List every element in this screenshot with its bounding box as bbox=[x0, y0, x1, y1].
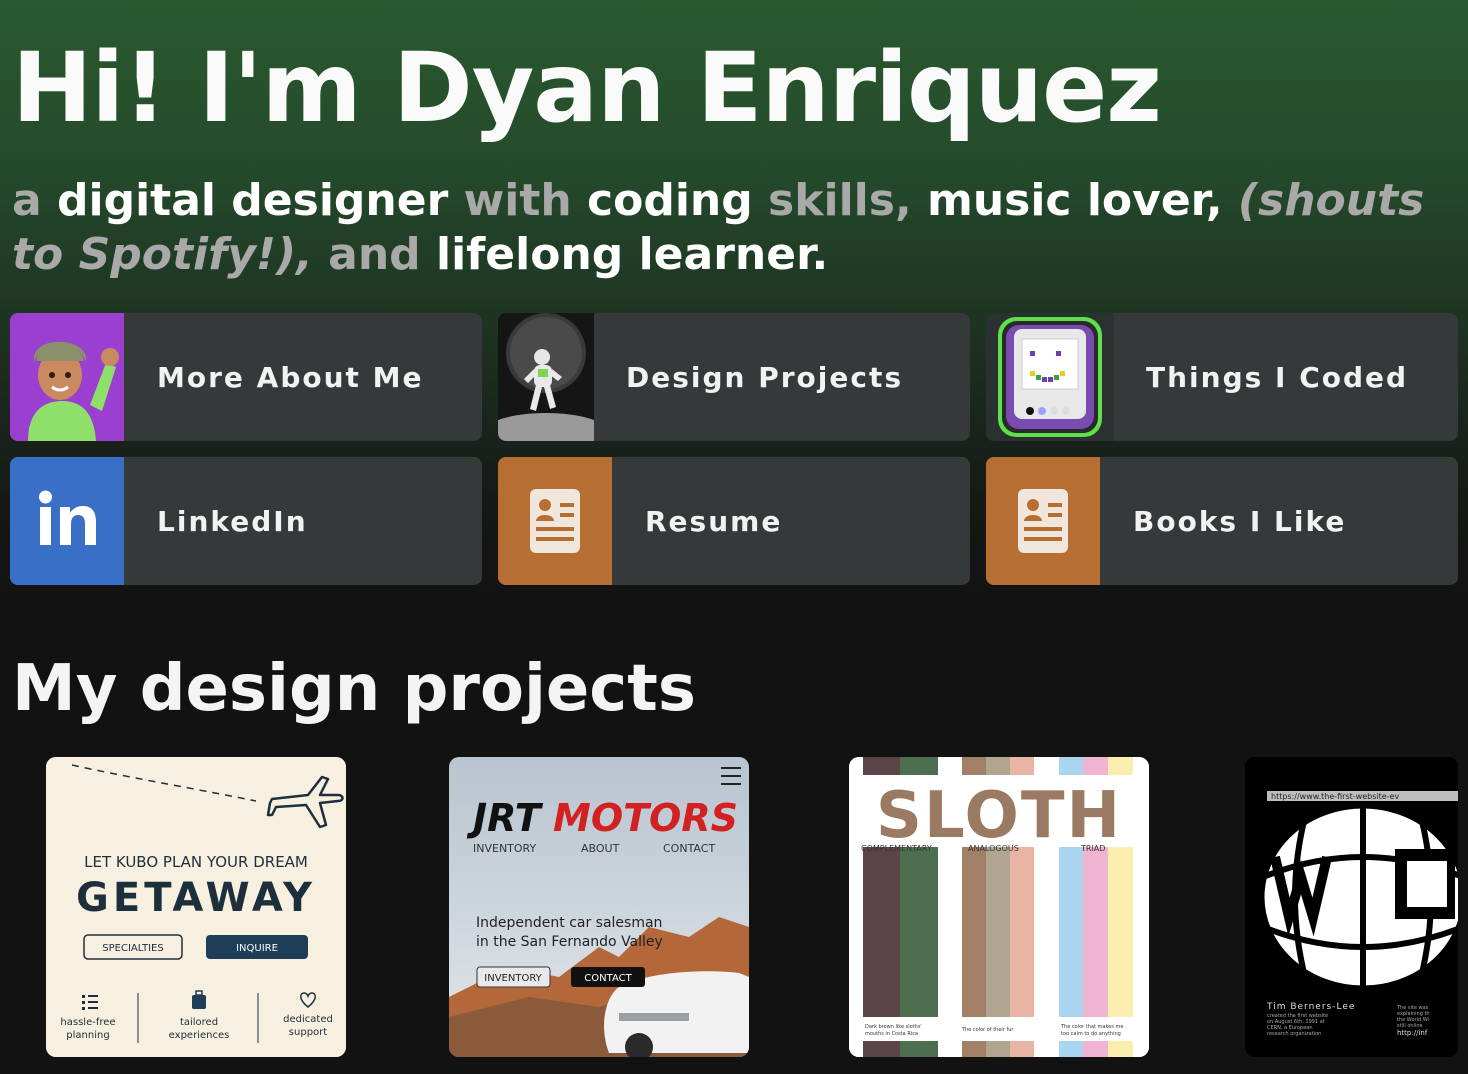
astronaut-moon-icon bbox=[498, 313, 594, 441]
link-card-things-coded[interactable]: Things I Coded bbox=[986, 313, 1458, 441]
hero-tagline: a digital designer with coding skills, m… bbox=[12, 174, 1452, 282]
tagline-highlight: digital designer bbox=[57, 175, 449, 226]
link-card-about-me[interactable]: More About Me bbox=[10, 313, 482, 441]
link-label: Books I Like bbox=[1133, 504, 1347, 538]
project-card-jrt-motors[interactable]: JRT MOTORS INVENTORY ABOUT CONTACT Indep… bbox=[449, 757, 749, 1057]
sloth-title: SLOTH bbox=[876, 779, 1122, 853]
sloth-c3: TRIAD bbox=[1080, 844, 1105, 853]
sloth-n3b: too calm to do anything bbox=[1061, 1031, 1121, 1037]
www-bio4: research organization bbox=[1267, 1031, 1321, 1037]
www-url: https://www.the-first-website-ev bbox=[1271, 792, 1399, 801]
link-label: LinkedIn bbox=[157, 504, 308, 538]
kubo-f3a: dedicated bbox=[283, 1014, 333, 1025]
jrt-nav-about[interactable]: ABOUT bbox=[581, 842, 620, 855]
kubo-f1a: hassle-free bbox=[60, 1017, 115, 1028]
project-card-sloth[interactable]: SLOTH COMPLEMENTARY ANALOGOUS TRIAD Dark… bbox=[849, 757, 1149, 1057]
jrt-nav-contact[interactable]: CONTACT bbox=[663, 842, 715, 855]
resume-document-icon bbox=[498, 457, 612, 585]
sloth-n3a: The color that makes me bbox=[1060, 1024, 1123, 1030]
sloth-n1a: Dark brown like sloths' bbox=[865, 1024, 922, 1030]
kubo-line1: LET KUBO PLAN YOUR DREAM bbox=[84, 853, 308, 871]
linkedin-icon bbox=[10, 457, 124, 585]
tagline-part: and bbox=[312, 229, 436, 280]
jrt-logo-1: JRT bbox=[466, 796, 544, 840]
link-label: Resume bbox=[645, 504, 783, 538]
link-label: Things I Coded bbox=[1146, 360, 1409, 394]
tagline-part: with bbox=[448, 175, 588, 226]
kubo-line2: GETAWAY bbox=[76, 875, 316, 921]
www-name: Tim Berners-Lee bbox=[1266, 1002, 1355, 1012]
link-label: Design Projects bbox=[626, 360, 904, 394]
tagline-highlight: music lover, bbox=[926, 175, 1223, 226]
kubo-f2a: tailored bbox=[180, 1017, 218, 1028]
section-title: My design projects bbox=[12, 652, 696, 726]
link-card-linkedin[interactable]: LinkedIn bbox=[10, 457, 482, 585]
jrt-tag-1: Independent car salesman bbox=[476, 915, 662, 931]
sloth-c2: ANALOGOUS bbox=[968, 844, 1019, 853]
jrt-btn-contact[interactable]: CONTACT bbox=[584, 973, 632, 984]
page: Hi! I'm Dyan Enriquez a digital designer… bbox=[0, 0, 1468, 1074]
kubo-btn1: SPECIALTIES bbox=[102, 943, 163, 954]
link-card-books[interactable]: Books I Like bbox=[986, 457, 1458, 585]
jrt-nav-inventory[interactable]: INVENTORY bbox=[473, 842, 536, 855]
resume-document-icon bbox=[986, 457, 1100, 585]
link-label: More About Me bbox=[157, 360, 424, 394]
jrt-tag-2: in the San Fernando Valley bbox=[476, 934, 663, 950]
tagline-highlight: lifelong learner. bbox=[435, 229, 829, 280]
jrt-artwork: JRT MOTORS INVENTORY ABOUT CONTACT Indep… bbox=[449, 757, 749, 1057]
tagline-highlight: coding bbox=[587, 175, 753, 226]
tagline-part: skills, bbox=[752, 175, 927, 226]
kubo-btn2: INQUIRE bbox=[236, 943, 278, 954]
memoji-wave-icon bbox=[10, 313, 124, 441]
project-card-kubo[interactable]: LET KUBO PLAN YOUR DREAM GETAWAY SPECIAL… bbox=[46, 757, 346, 1057]
sloth-n1b: mouths in Costa Rica bbox=[865, 1031, 918, 1037]
sloth-n2a: The color of their fur bbox=[961, 1027, 1014, 1033]
www-artwork: https://www.the-first-website-ev Tim Ber… bbox=[1245, 757, 1458, 1057]
kubo-f2b: experiences bbox=[169, 1030, 230, 1041]
kubo-f1b: planning bbox=[66, 1030, 109, 1041]
kubo-f3b: support bbox=[289, 1027, 327, 1038]
jrt-btn-inventory[interactable]: INVENTORY bbox=[484, 973, 542, 984]
tagline-part: a bbox=[12, 175, 58, 226]
kubo-artwork: LET KUBO PLAN YOUR DREAM GETAWAY SPECIAL… bbox=[46, 757, 346, 1057]
link-card-resume[interactable]: Resume bbox=[498, 457, 970, 585]
etch-a-sketch-icon bbox=[986, 313, 1114, 441]
link-card-design-projects[interactable]: Design Projects bbox=[498, 313, 970, 441]
globe-wwwide-graphic bbox=[1261, 805, 1458, 989]
jrt-logo-2: MOTORS bbox=[553, 796, 738, 840]
project-card-www[interactable]: https://www.the-first-website-ev Tim Ber… bbox=[1245, 757, 1458, 1057]
sloth-artwork: SLOTH COMPLEMENTARY ANALOGOUS TRIAD Dark… bbox=[849, 757, 1149, 1057]
hero-title: Hi! I'm Dyan Enriquez bbox=[12, 32, 1162, 144]
sloth-c1: COMPLEMENTARY bbox=[861, 844, 932, 853]
www-link: http://inf bbox=[1397, 1029, 1428, 1037]
